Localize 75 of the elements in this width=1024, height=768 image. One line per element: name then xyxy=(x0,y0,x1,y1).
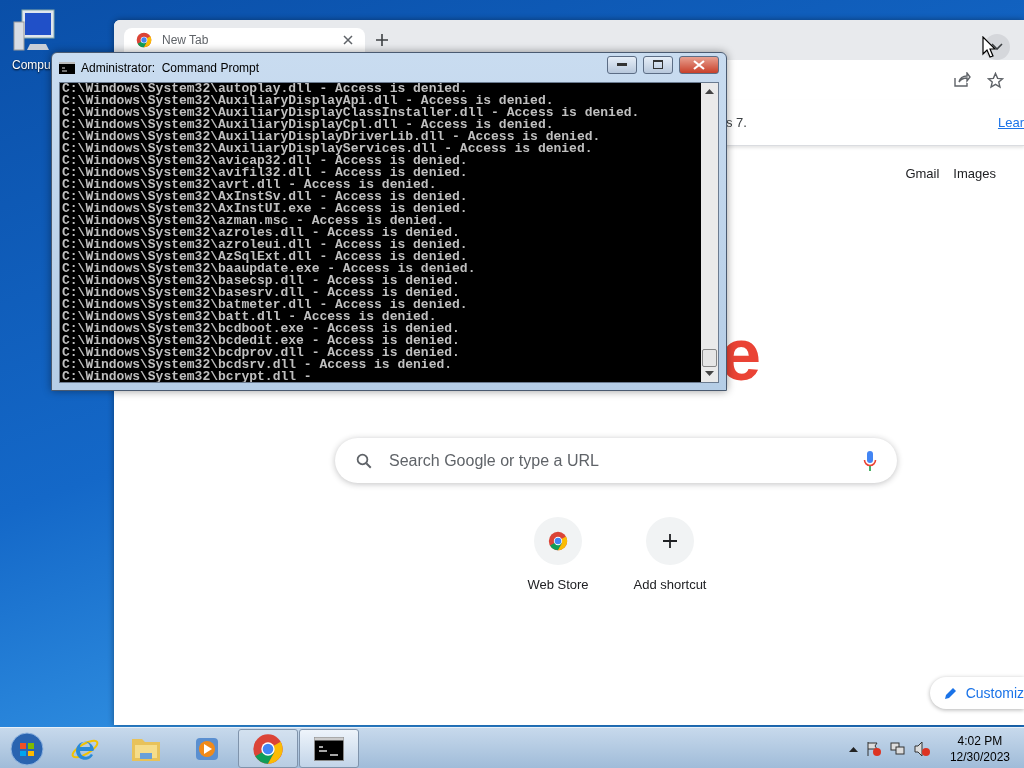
bookmark-button[interactable] xyxy=(987,71,1004,89)
scroll-up-icon xyxy=(705,89,714,94)
console-line: C:\Windows\System32\baaupdate.exe - Access is denied. xyxy=(62,263,477,275)
windows-orb-icon xyxy=(10,731,44,766)
console-line: C:\Windows\System32\bcdboot.exe - Access is denied. xyxy=(62,323,461,335)
learn-more-link[interactable]: Lear xyxy=(997,115,1024,130)
console-line: C:\Windows\System32\avrt.dll - Access is denied. xyxy=(62,179,437,191)
console-line: C:\Windows\System32\AzSqlExt.dll - Access is denied. xyxy=(62,251,468,263)
search-field[interactable]: Search Google or type a URL xyxy=(387,450,849,471)
console-line: C:\Windows\System32\batmeter.dll - Access is denied. xyxy=(62,299,469,311)
pencil-icon xyxy=(943,686,958,700)
console-line: C:\Windows\System32\AuxiliaryDisplayApi.dll - Access is denied. xyxy=(62,95,555,107)
store-icon xyxy=(548,531,568,551)
console-line: C:\Windows\System32\autoplay.dll - Access is denied. xyxy=(62,83,469,95)
console-line: C:\Windows\System32\AuxiliaryDisplayClassInstaller.dll - Access is denied. xyxy=(62,107,641,119)
chrome-logo-icon xyxy=(252,732,284,765)
header-link[interactable]: Gmail xyxy=(905,166,940,186)
maximize-icon xyxy=(653,60,663,69)
console-line: C:\Windows\System32\bcdsrv.dll - Access is denied. xyxy=(62,359,454,371)
window-title: Administrator: Command Prompt xyxy=(81,60,261,75)
console-line: C:\Windows\System32\bcrypt.dll - xyxy=(62,371,313,382)
star-icon xyxy=(987,71,1004,89)
customize-button[interactable]: Customiz xyxy=(929,677,1024,709)
flag-icon[interactable] xyxy=(865,740,882,757)
info-bar-message: s 7. xyxy=(726,115,748,130)
minimize-icon xyxy=(617,62,627,67)
maximize-button[interactable] xyxy=(643,55,673,74)
chevron-up-icon[interactable] xyxy=(848,745,858,752)
console-line: C:\Windows\System32\azroles.dll - Access is denied. xyxy=(62,227,460,239)
taskbar-app-button[interactable] xyxy=(299,729,359,768)
console-line: C:\Windows\System32\azman.msc - Access is denied. xyxy=(62,215,445,227)
speaker-icon[interactable] xyxy=(913,740,930,757)
chevron-down-icon xyxy=(991,43,1003,51)
console-line: C:\Windows\System32\avifil32.dll - Access is denied. xyxy=(62,167,469,179)
share-button[interactable] xyxy=(953,72,971,88)
shortcut-tile[interactable]: Web Store xyxy=(502,515,614,592)
close-icon xyxy=(693,59,705,70)
search-icon xyxy=(355,451,373,470)
plus-icon xyxy=(662,533,678,549)
shortcut-tile[interactable]: Add shortcut xyxy=(614,515,726,592)
browser-tab[interactable]: New Tab xyxy=(124,28,365,52)
scroll-bar[interactable] xyxy=(701,83,718,382)
console-line: C:\Windows\System32\bcdedit.exe - Access is denied. xyxy=(62,335,461,347)
chrome-logo-icon xyxy=(136,32,152,48)
mouse-cursor-icon xyxy=(982,36,996,58)
share-icon xyxy=(953,72,971,88)
console-line: C:\Windows\System32\AxInstSv.dll - Access is denied. xyxy=(62,191,469,203)
terminal-icon xyxy=(314,736,344,761)
close-button[interactable] xyxy=(679,55,719,74)
console-line: C:\Windows\System32\basecsp.dll - Access is denied. xyxy=(62,275,461,287)
tab-title: New Tab xyxy=(162,33,210,47)
clock-time[interactable]: 4:02 PM xyxy=(957,732,1003,749)
plus-icon xyxy=(375,33,389,47)
header-link[interactable]: Images xyxy=(953,166,996,186)
minimize-button[interactable] xyxy=(607,55,637,74)
console-line: C:\Windows\System32\avicap32.dll - Access is denied. xyxy=(62,155,469,167)
console-line: C:\Windows\System32\AxInstUI.exe - Access is denied. xyxy=(62,203,469,215)
clock-date[interactable]: 12/30/2023 xyxy=(949,748,1010,765)
console-line: C:\Windows\System32\basesrv.dll - Access is denied. xyxy=(62,287,460,299)
console-line: C:\Windows\System32\bcdprov.dll - Access is denied. xyxy=(62,347,461,359)
microphone-icon[interactable] xyxy=(863,449,877,472)
scroll-thumb[interactable] xyxy=(702,349,717,367)
search-bar[interactable]: Search Google or type a URL xyxy=(335,438,897,483)
console-line: C:\Windows\System32\AuxiliaryDisplayCpl.dll - Access is denied. xyxy=(62,119,554,131)
close-icon xyxy=(343,35,353,45)
computer-icon[interactable] xyxy=(12,8,56,54)
console-line: C:\Windows\System32\batt.dll - Access is denied. xyxy=(62,311,437,323)
desktop-icon-label[interactable]: Compu xyxy=(12,58,51,72)
terminal-icon xyxy=(59,61,75,74)
console-line: C:\Windows\System32\AuxiliaryDisplayServices.dll - Access is denied. xyxy=(62,143,594,155)
console-line: C:\Windows\System32\azroleui.dll - Access is denied. xyxy=(62,239,469,251)
scroll-down-icon xyxy=(705,371,714,376)
network-icon[interactable] xyxy=(889,740,906,757)
console-line: C:\Windows\System32\AuxiliaryDisplayDriverLib.dll - Access is denied. xyxy=(62,131,602,143)
close-tab-button[interactable] xyxy=(343,35,353,45)
